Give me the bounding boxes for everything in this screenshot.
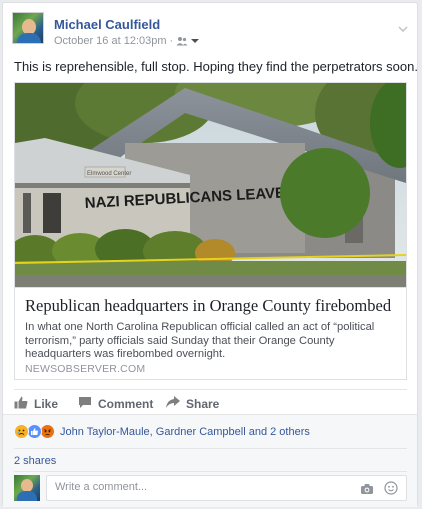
post-meta: October 16 at 12:03pm · [54,35,200,47]
friends-icon[interactable] [176,36,188,46]
post-header: Michael Caulfield October 16 at 12:03pm … [12,12,410,52]
link-image[interactable]: Elmwood Center NAZI REPUBLICANS LEAVE TO… [15,83,406,287]
author-name[interactable]: Michael Caulfield [54,17,160,32]
footer-divider-2 [14,471,407,472]
angry-emoji-icon[interactable] [40,424,55,439]
shares-count[interactable]: 2 shares [14,455,56,467]
reaction-names[interactable]: John Taylor-Maule, Gardner Campbell and … [60,426,310,438]
author-avatar[interactable] [12,12,44,44]
reactions-summary[interactable]: John Taylor-Maule, Gardner Campbell and … [14,424,310,439]
post-timestamp[interactable]: October 16 at 12:03pm [54,35,167,47]
comment-icon [78,396,92,412]
commenter-avatar[interactable] [14,475,40,501]
smiley-icon[interactable] [384,481,398,500]
post-status-text: This is reprehensible, full stop. Hoping… [14,59,418,74]
post-card: Michael Caulfield October 16 at 12:03pm … [2,2,418,507]
comment-label: Comment [98,397,154,411]
footer-divider [14,448,407,449]
action-bar: Like Comment Share [14,389,407,416]
avatar-body [17,33,41,43]
share-button[interactable]: Share [166,396,219,411]
link-headline[interactable]: Republican headquarters in Orange County… [25,296,391,316]
link-source: NEWSOBSERVER.COM [25,363,146,375]
camera-icon[interactable] [360,482,374,500]
link-description: In what one North Carolina Republican of… [25,321,375,361]
thumbs-up-icon [14,396,28,412]
comment-input[interactable] [53,480,347,494]
commenter-avatar-body [17,491,37,501]
audience-dropdown-icon[interactable] [191,38,200,44]
link-preview[interactable]: Elmwood Center NAZI REPUBLICANS LEAVE TO… [14,82,407,380]
comment-button[interactable]: Comment [78,396,153,412]
comment-box[interactable] [46,475,407,501]
building-sign-text: Elmwood Center [87,171,131,177]
share-arrow-icon [166,396,180,411]
sad-emoji-icon[interactable] [14,424,29,439]
meta-separator: · [169,35,174,47]
like-emoji-icon[interactable] [27,424,42,439]
like-button[interactable]: Like [14,396,58,412]
chevron-down-icon[interactable] [398,19,408,37]
share-label: Share [186,396,220,411]
like-label: Like [34,397,59,411]
post-footer: John Taylor-Maule, Gardner Campbell and … [3,414,417,507]
link-text-block: Republican headquarters in Orange County… [15,287,406,379]
